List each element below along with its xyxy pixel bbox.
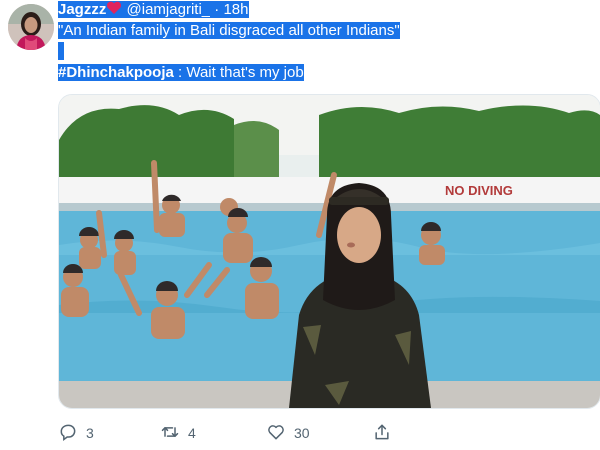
user-handle[interactable]: @iamjagriti_ (126, 1, 211, 18)
avatar-image (8, 4, 54, 50)
reply-icon (58, 422, 78, 445)
retweet-icon (160, 422, 180, 445)
tweet-text-rest: : Wait that's my job (173, 64, 304, 81)
pool-scene-image (59, 95, 600, 408)
tweet-media[interactable]: NO DIVING (58, 94, 600, 409)
like-button[interactable]: 30 (266, 420, 310, 446)
share-button[interactable] (372, 420, 392, 446)
like-count: 30 (294, 425, 310, 441)
retweet-count: 4 (188, 425, 196, 441)
like-icon (266, 422, 286, 445)
quote-text: "An Indian family in Bali disgraced all … (58, 22, 400, 39)
heart-emoji-icon (106, 1, 123, 18)
reply-count: 3 (86, 425, 94, 441)
retweet-button[interactable]: 4 (160, 420, 196, 446)
tweet-header: Jagzzz @iamjagriti_ · 18h (58, 1, 249, 19)
tweet-text-line-1: "An Indian family in Bali disgraced all … (58, 22, 400, 40)
line-break-highlight (58, 42, 64, 60)
tweet-text-line-2: #Dhinchakpooja : Wait that's my job (58, 64, 304, 82)
hashtag-link[interactable]: #Dhinchakpooja (58, 64, 174, 81)
display-name[interactable]: Jagzzz (58, 1, 107, 18)
avatar[interactable] (8, 4, 54, 50)
share-icon (372, 422, 392, 445)
tweet-time[interactable]: 18h (223, 1, 249, 18)
no-diving-sign: NO DIVING (445, 183, 513, 198)
reply-button[interactable]: 3 (58, 420, 94, 446)
tweet-actions: 3 4 30 (58, 420, 598, 446)
